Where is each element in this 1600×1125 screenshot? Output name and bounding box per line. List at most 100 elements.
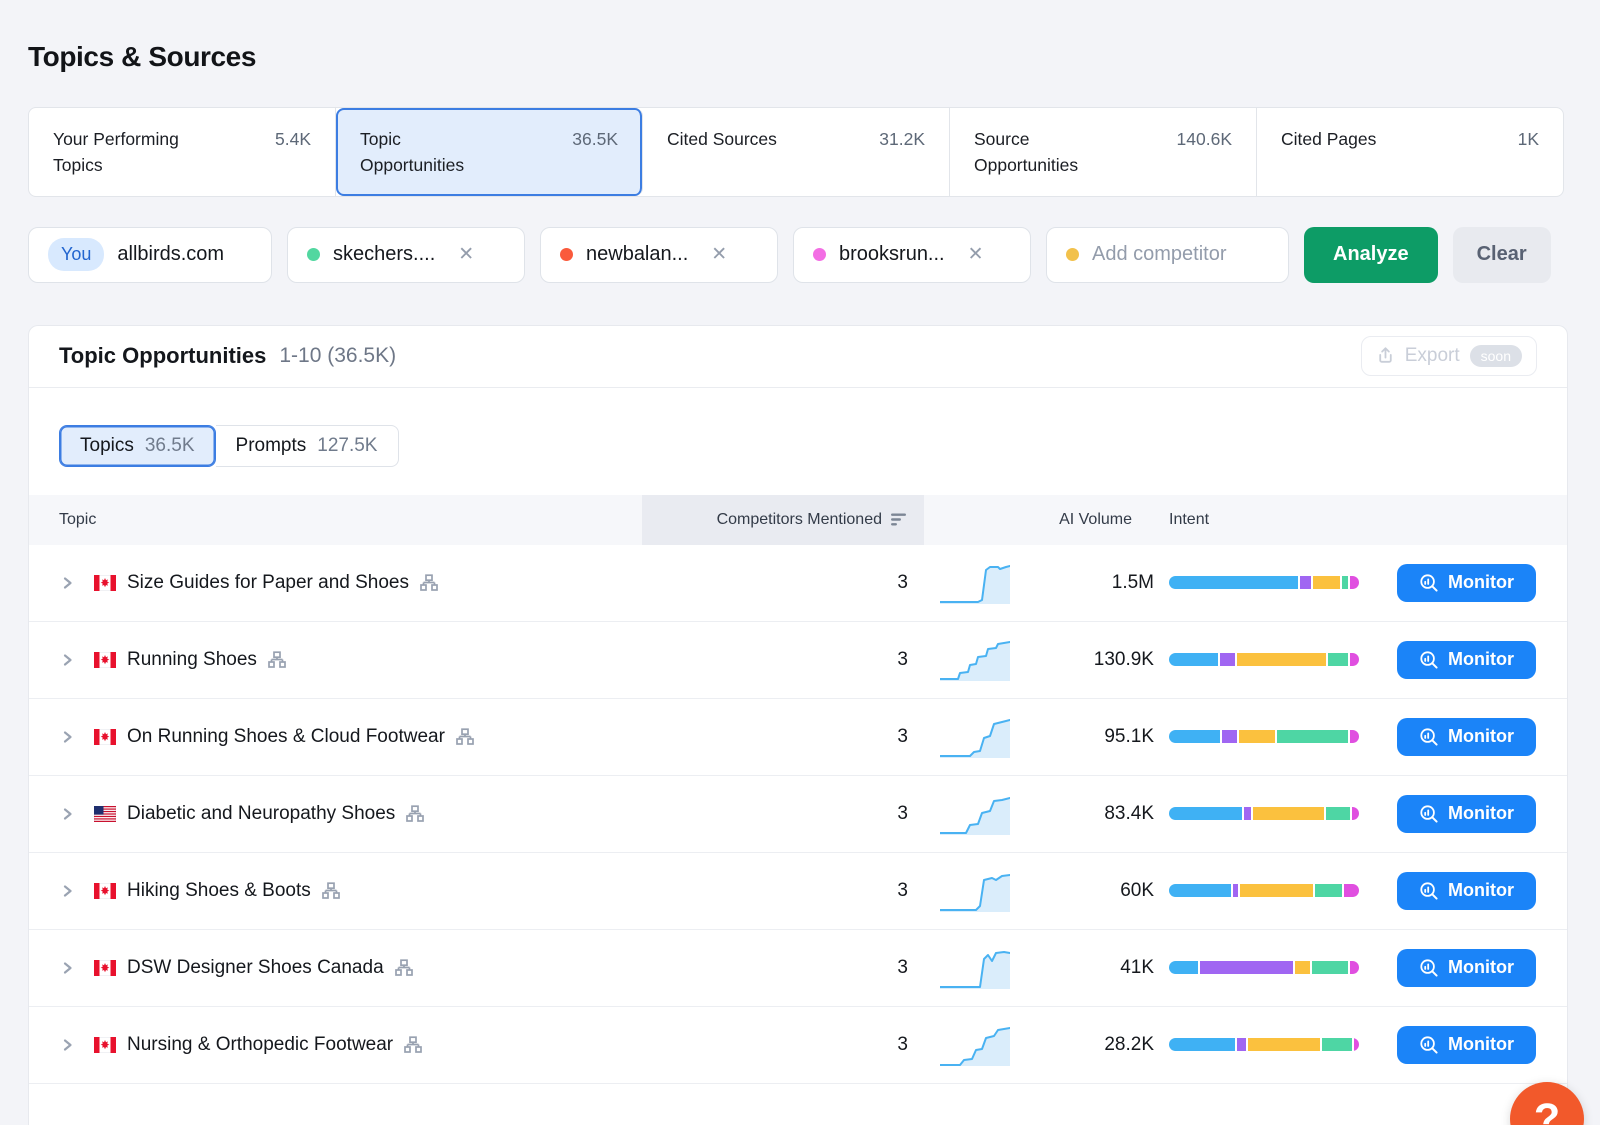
competitor-chip[interactable]: skechers.... ✕ — [287, 227, 525, 283]
monitor-magnifier-icon — [1419, 650, 1439, 670]
competitors-mentioned-count: 3 — [642, 726, 924, 748]
topic-name: Nursing & Orthopedic Footwear — [127, 1034, 393, 1056]
trend-sparkline — [940, 637, 1010, 683]
intent-segment — [1300, 576, 1311, 589]
intent-segment — [1169, 807, 1242, 820]
chevron-right-icon[interactable] — [59, 806, 75, 822]
competitor-label: brooksrun... — [839, 243, 945, 266]
topic-name: Size Guides for Paper and Shoes — [127, 572, 409, 594]
toggle-option-label: Topics — [80, 435, 134, 457]
toggle-topics[interactable]: Topics 36.5K — [59, 425, 216, 467]
monitor-label: Monitor — [1448, 572, 1514, 593]
upload-icon — [1376, 346, 1395, 365]
add-competitor-chip[interactable]: Add competitor — [1046, 227, 1289, 283]
sitemap-icon — [404, 1036, 422, 1054]
sitemap-icon — [420, 574, 438, 592]
intent-bar — [1169, 961, 1359, 974]
chevron-right-icon[interactable] — [59, 575, 75, 591]
trend-sparkline — [940, 868, 1010, 914]
intent-segment — [1350, 653, 1359, 666]
intent-segment — [1239, 730, 1275, 743]
monitor-button[interactable]: Monitor — [1397, 1026, 1536, 1064]
monitor-label: Monitor — [1448, 726, 1514, 747]
table-row: On Running Shoes & Cloud Footwear 3 95.1… — [29, 699, 1567, 776]
monitor-label: Monitor — [1448, 1034, 1514, 1055]
column-header-volume[interactable]: AI Volume — [924, 495, 1154, 545]
monitor-label: Monitor — [1448, 880, 1514, 901]
intent-segment — [1233, 884, 1238, 897]
chevron-right-icon[interactable] — [59, 652, 75, 668]
chevron-right-icon[interactable] — [59, 883, 75, 899]
table-header: Topic Competitors Mentioned AI Volume In… — [29, 495, 1567, 545]
tab-count: 31.2K — [879, 127, 925, 153]
you-domain-chip[interactable]: You allbirds.com — [28, 227, 272, 283]
trend-sparkline — [940, 714, 1010, 760]
remove-competitor-icon[interactable]: ✕ — [458, 243, 474, 266]
panel-header: Topic Opportunities 1-10 (36.5K) Export … — [29, 326, 1567, 388]
tab-label: Cited Pages — [1281, 127, 1376, 153]
sitemap-icon — [395, 959, 413, 977]
table-row: Hiking Shoes & Boots 3 60K — [29, 853, 1567, 930]
monitor-label: Monitor — [1448, 803, 1514, 824]
monitor-button[interactable]: Monitor — [1397, 795, 1536, 833]
trend-sparkline — [940, 791, 1010, 837]
tab-cited-sources[interactable]: Cited Sources 31.2K — [643, 108, 950, 196]
toggle-prompts[interactable]: Prompts 127.5K — [216, 425, 399, 467]
tab-your-performing-topics[interactable]: Your Performing Topics 5.4K — [29, 108, 336, 196]
monitor-button[interactable]: Monitor — [1397, 641, 1536, 679]
ca-flag-icon — [94, 652, 116, 668]
clear-button[interactable]: Clear — [1453, 227, 1551, 283]
chevron-right-icon[interactable] — [59, 1037, 75, 1053]
tab-cited-pages[interactable]: Cited Pages 1K — [1257, 108, 1563, 196]
intent-segment — [1237, 1038, 1246, 1051]
intent-segment — [1315, 884, 1342, 897]
export-button[interactable]: Export soon — [1361, 336, 1537, 376]
intent-segment — [1169, 961, 1198, 974]
ai-volume-value: 95.1K — [1104, 726, 1154, 748]
add-competitor-label: Add competitor — [1092, 243, 1227, 266]
table-body: Size Guides for Paper and Shoes 3 1.5M — [29, 545, 1567, 1084]
tab-topic-opportunities[interactable]: Topic Opportunities 36.5K — [336, 108, 643, 196]
remove-competitor-icon[interactable]: ✕ — [968, 243, 984, 266]
ai-volume-value: 130.9K — [1094, 649, 1154, 671]
competitors-mentioned-count: 3 — [642, 1034, 924, 1056]
view-toggle: Topics 36.5K Prompts 127.5K — [59, 425, 399, 467]
us-flag-icon — [94, 806, 116, 822]
analyze-button[interactable]: Analyze — [1304, 227, 1438, 283]
intent-segment — [1169, 730, 1220, 743]
monitor-button[interactable]: Monitor — [1397, 564, 1536, 602]
intent-segment — [1313, 576, 1340, 589]
column-header-competitors[interactable]: Competitors Mentioned — [642, 495, 924, 545]
monitor-button[interactable]: Monitor — [1397, 718, 1536, 756]
competitors-mentioned-count: 3 — [642, 803, 924, 825]
monitor-button[interactable]: Monitor — [1397, 872, 1536, 910]
intent-segment — [1220, 653, 1235, 666]
monitor-button[interactable]: Monitor — [1397, 949, 1536, 987]
intent-segment — [1328, 653, 1348, 666]
tab-count: 140.6K — [1177, 127, 1232, 153]
soon-badge: soon — [1470, 345, 1522, 367]
intent-bar — [1169, 576, 1359, 589]
competitor-chip[interactable]: newbalan... ✕ — [540, 227, 778, 283]
intent-segment — [1244, 807, 1251, 820]
chevron-right-icon[interactable] — [59, 729, 75, 745]
monitor-magnifier-icon — [1419, 958, 1439, 978]
ai-volume-value: 60K — [1120, 880, 1154, 902]
trend-sparkline — [940, 1022, 1010, 1068]
monitor-magnifier-icon — [1419, 881, 1439, 901]
tab-source-opportunities[interactable]: Source Opportunities 140.6K — [950, 108, 1257, 196]
monitor-label: Monitor — [1448, 649, 1514, 670]
ca-flag-icon — [94, 575, 116, 591]
intent-segment — [1350, 961, 1359, 974]
remove-competitor-icon[interactable]: ✕ — [711, 243, 727, 266]
intent-segment — [1200, 961, 1293, 974]
competitor-chip[interactable]: brooksrun... ✕ — [793, 227, 1031, 283]
topic-name: Hiking Shoes & Boots — [127, 880, 311, 902]
column-header-intent: Intent — [1154, 495, 1397, 545]
tab-count: 1K — [1518, 127, 1539, 153]
panel-title: Topic Opportunities — [59, 343, 266, 369]
chevron-right-icon[interactable] — [59, 960, 75, 976]
topic-name: Running Shoes — [127, 649, 257, 671]
topic-name: On Running Shoes & Cloud Footwear — [127, 726, 445, 748]
sitemap-icon — [406, 805, 424, 823]
